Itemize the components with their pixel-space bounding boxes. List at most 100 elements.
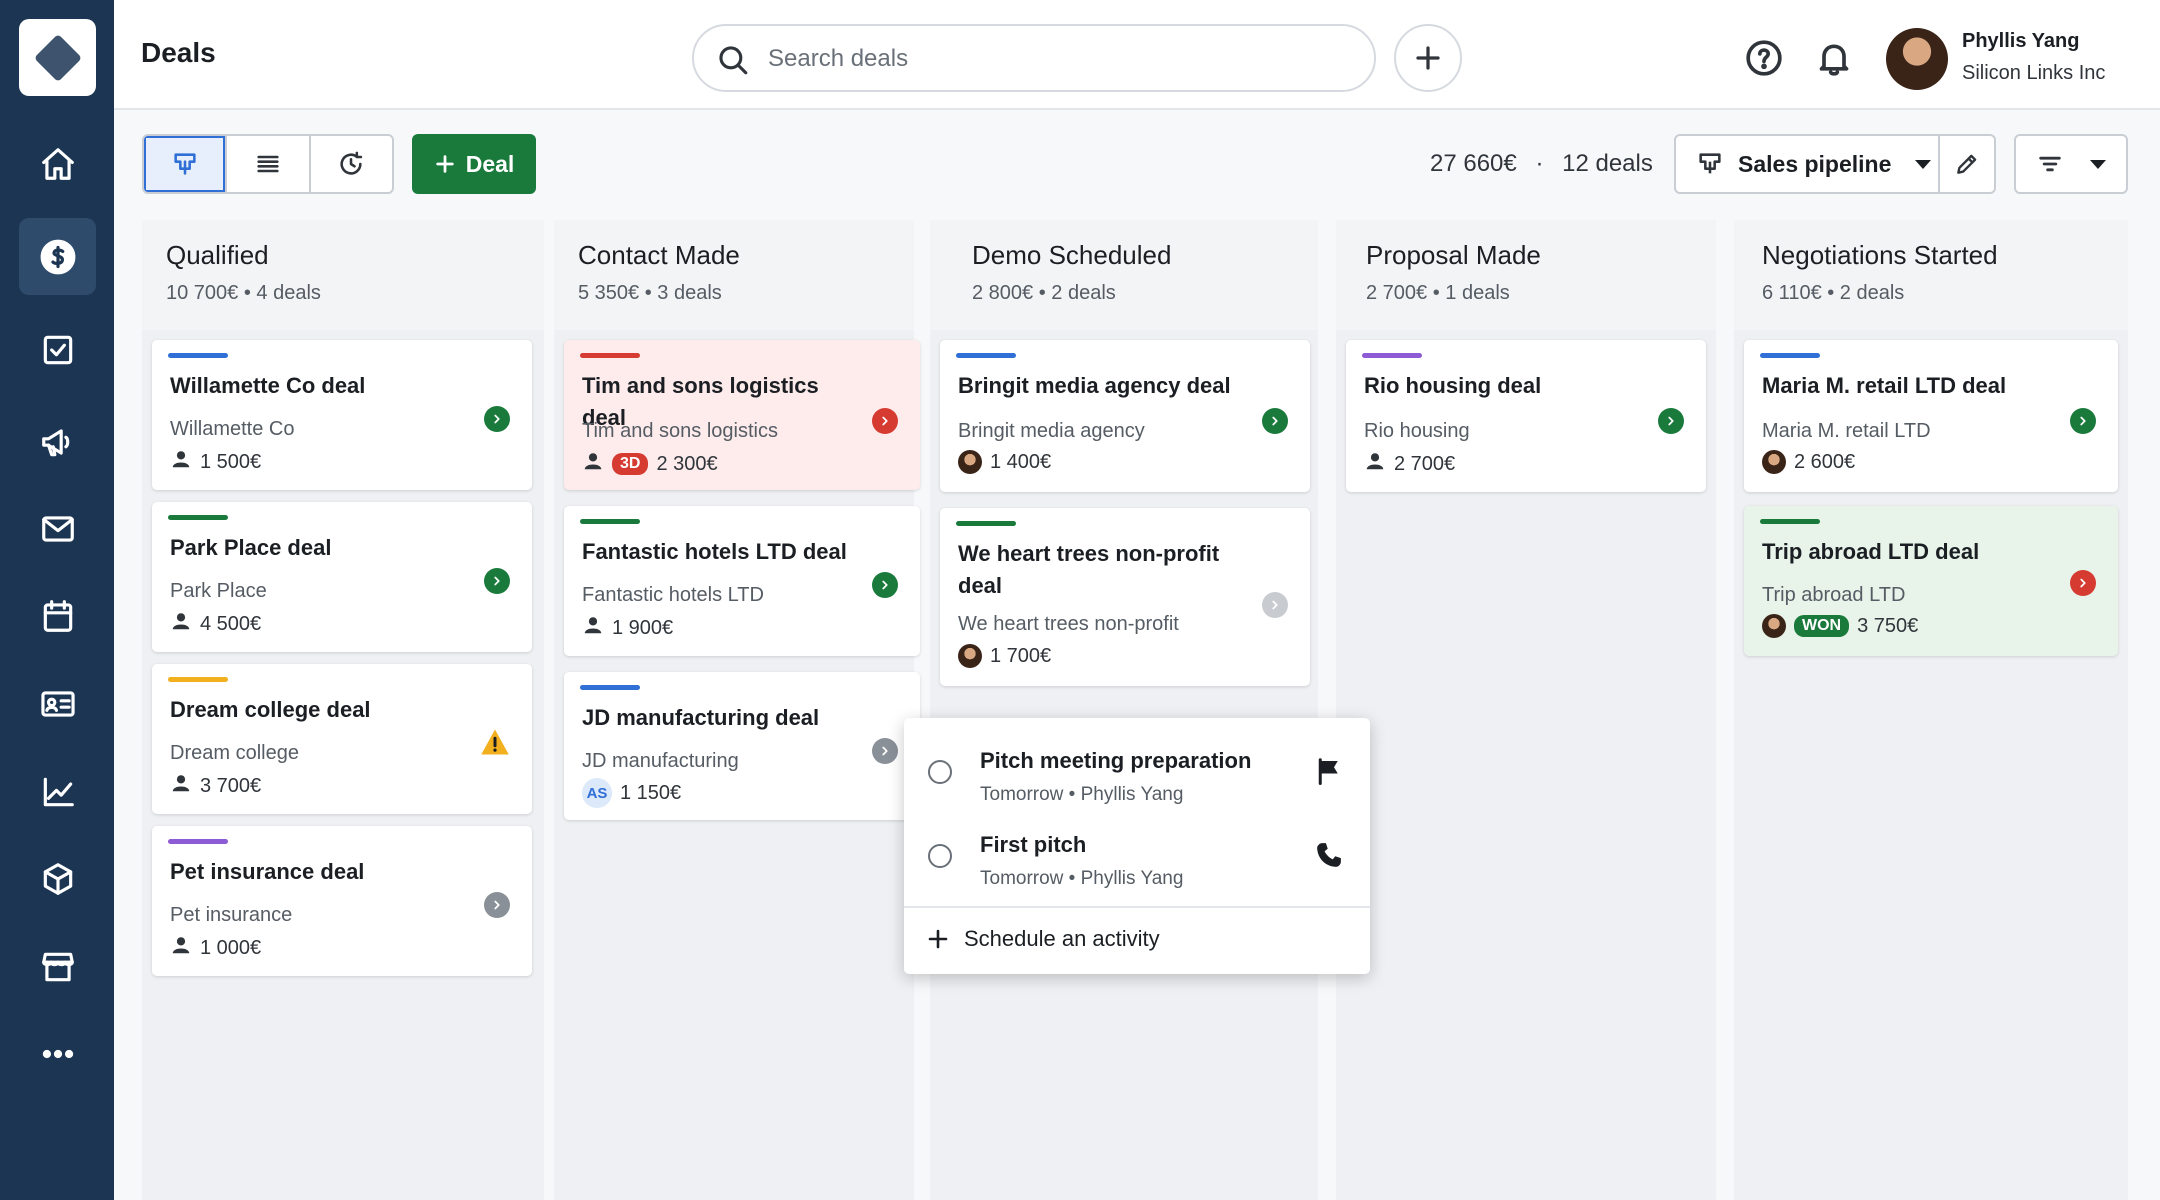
sidebar-item-products[interactable] [19, 840, 96, 917]
app-logo[interactable] [19, 19, 96, 96]
status-indicator-button[interactable] [2070, 570, 2096, 596]
store-icon [41, 952, 74, 981]
status-indicator-button[interactable] [1658, 408, 1684, 434]
contact-card-icon [40, 690, 75, 717]
kanban-icon [174, 153, 196, 175]
status-indicator-button[interactable] [484, 568, 510, 594]
status-indicator-button[interactable] [484, 892, 510, 918]
sidebar-item-mail[interactable] [19, 490, 96, 567]
warning-icon[interactable] [480, 728, 510, 756]
deal-card[interactable]: Bringit media agency deal Bringit media … [940, 340, 1310, 492]
bell-icon [1819, 44, 1849, 76]
deal-card[interactable]: We heart trees non-profit deal We heart … [940, 508, 1310, 686]
plus-icon [435, 155, 454, 173]
deal-meta: 2 700€ [1364, 450, 1455, 478]
won-badge: WON [1794, 615, 1850, 637]
activity-done-checkbox[interactable] [928, 844, 952, 868]
chevron-down-icon [1915, 159, 1932, 169]
sidebar-item-contacts[interactable] [19, 665, 96, 742]
deal-meta: 3 700€ [170, 772, 261, 800]
search-input[interactable] [768, 40, 1348, 78]
activity-due: Tomorrow • Phyllis Yang [980, 784, 1184, 805]
deal-card[interactable]: Trip abroad LTD deal Trip abroad LTD WON… [1744, 506, 2118, 656]
deal-organization: Maria M. retail LTD [1762, 420, 1931, 442]
filter-button[interactable] [2014, 134, 2128, 194]
status-indicator-button[interactable] [872, 408, 898, 434]
pipeline-select[interactable]: Sales pipeline [1676, 136, 1940, 192]
checkbox-icon [43, 335, 72, 364]
deal-card[interactable]: Fantastic hotels LTD deal Fantastic hote… [564, 506, 920, 656]
sidebar-item-home[interactable] [19, 125, 96, 202]
activity-done-checkbox[interactable] [928, 760, 952, 784]
activity-item[interactable]: Pitch meeting preparation Tomorrow • Phy… [904, 732, 1370, 816]
chevron-right-icon [1272, 416, 1278, 426]
stage-title: Contact Made [578, 240, 740, 270]
chevron-right-icon [494, 576, 500, 586]
sidebar-item-deals[interactable] [19, 218, 96, 295]
stage-title: Demo Scheduled [972, 240, 1172, 270]
deal-title: Dream college deal [170, 697, 371, 722]
chevron-right-icon [1272, 600, 1278, 610]
status-indicator-button[interactable] [872, 572, 898, 598]
deal-title: Fantastic hotels LTD deal [582, 539, 847, 564]
deal-title: Bringit media agency deal [958, 373, 1231, 398]
stage-column: Qualified 10 700€ • 4 deals Willamette C… [142, 220, 544, 1200]
sidebar-item-campaigns[interactable] [19, 403, 96, 480]
activity-popover: Pitch meeting preparation Tomorrow • Phy… [904, 718, 1370, 974]
user-avatar[interactable] [1886, 28, 1948, 90]
list-icon [257, 155, 279, 173]
deal-meta: 1 000€ [170, 934, 261, 962]
deal-organization: Pet insurance [170, 904, 293, 926]
deal-organization: Trip abroad LTD [1762, 584, 1906, 606]
notifications-button[interactable] [1814, 38, 1854, 78]
deal-card[interactable]: Willamette Co deal Willamette Co 1 500€ [152, 340, 532, 490]
sidebar-item-marketplace[interactable] [19, 928, 96, 1005]
forecast-view-button[interactable] [311, 136, 392, 192]
sidebar-item-activities[interactable] [19, 311, 96, 388]
pipeline-view-button[interactable] [144, 136, 228, 192]
status-indicator-button[interactable] [484, 406, 510, 432]
deal-organization: Fantastic hotels LTD [582, 584, 764, 606]
help-button[interactable] [1744, 38, 1784, 78]
deal-organization: Bringit media agency [958, 420, 1145, 442]
deal-value: 3 750€ [1857, 614, 1919, 637]
deal-card[interactable]: Maria M. retail LTD deal Maria M. retail… [1744, 340, 2118, 492]
deal-title: JD manufacturing deal [582, 705, 820, 730]
deal-card[interactable]: Rio housing deal Rio housing 2 700€ [1346, 340, 1706, 492]
status-indicator-button[interactable] [872, 738, 898, 764]
activity-item[interactable]: First pitch Tomorrow • Phyllis Yang [904, 816, 1370, 900]
deal-value: 1 400€ [990, 450, 1052, 473]
deal-card[interactable]: Dream college deal Dream college 3 700€ [152, 664, 532, 814]
sidebar-item-calendar[interactable] [19, 577, 96, 654]
list-view-button[interactable] [227, 136, 311, 192]
person-icon [170, 934, 192, 962]
deal-title: Trip abroad LTD deal [1762, 539, 1980, 564]
stage-header: Proposal Made 2 700€ • 1 deals [1336, 220, 1716, 330]
deal-card[interactable]: Tim and sons logistics deal Tim and sons… [564, 340, 920, 490]
search-box[interactable] [692, 24, 1376, 92]
deal-meta: 3D 2 300€ [582, 450, 718, 478]
status-indicator-button[interactable] [1262, 592, 1288, 618]
add-deal-button[interactable]: Deal [412, 134, 536, 194]
deal-card[interactable]: JD manufacturing deal JD manufacturing A… [564, 672, 920, 820]
stage-summary: 2 800€ • 2 deals [972, 282, 1116, 304]
sidebar-item-more[interactable] [19, 1015, 96, 1092]
edit-pipeline-button[interactable] [1940, 136, 1994, 192]
deal-meta: 2 600€ [1762, 450, 1855, 474]
rotting-badge: 3D [612, 453, 649, 475]
person-icon [582, 614, 604, 642]
top-bar: Deals Phyllis Yang Silicon Links Inc [114, 0, 2160, 110]
status-indicator-button[interactable] [1262, 408, 1288, 434]
sidebar-item-insights[interactable] [19, 753, 96, 830]
deal-card[interactable]: Pet insurance deal Pet insurance 1 000€ [152, 826, 532, 976]
stage-summary: 6 110€ • 2 deals [1762, 282, 1905, 304]
schedule-activity-button[interactable]: Schedule an activity [926, 926, 1160, 952]
status-indicator-button[interactable] [2070, 408, 2096, 434]
chevron-down-icon [2090, 159, 2106, 169]
deal-value: 2 700€ [1394, 452, 1456, 475]
deal-meta: 1 700€ [958, 644, 1051, 668]
chevron-right-icon [494, 900, 500, 910]
deal-card[interactable]: Park Place deal Park Place 4 500€ [152, 502, 532, 652]
chevron-right-icon [882, 580, 888, 590]
quick-add-button[interactable] [1394, 24, 1462, 92]
